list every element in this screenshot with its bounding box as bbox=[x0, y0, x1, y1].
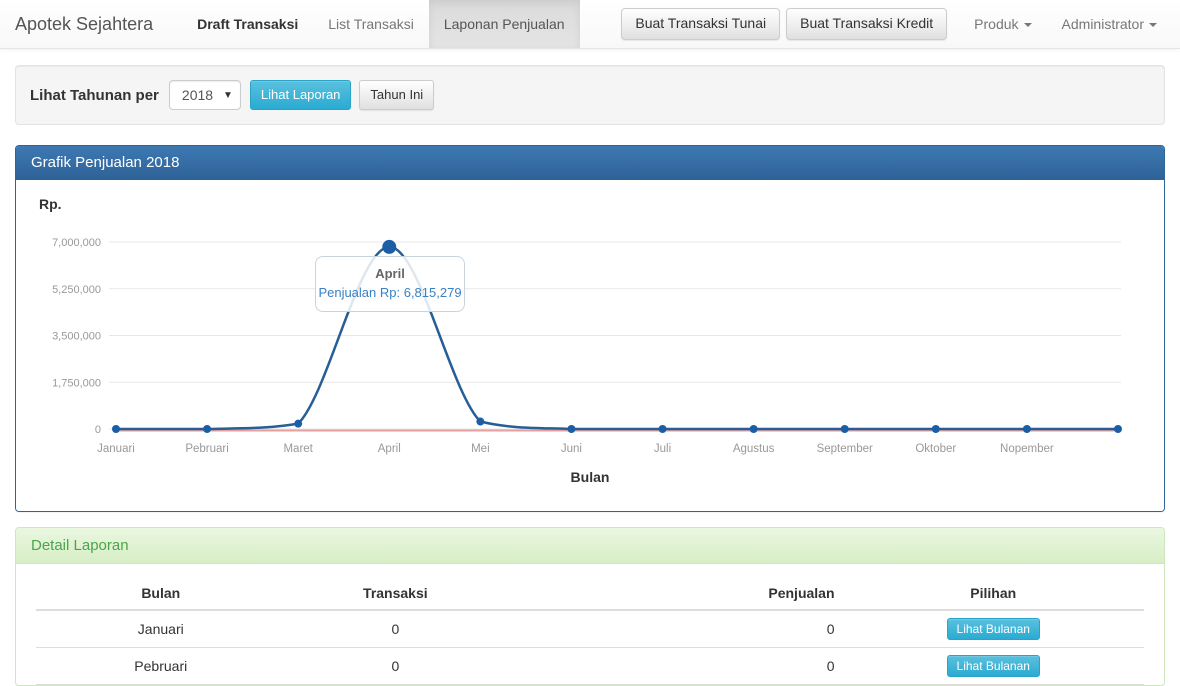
app-brand[interactable]: Apotek Sejahtera bbox=[0, 0, 168, 48]
detail-panel-title: Detail Laporan bbox=[16, 528, 1164, 564]
buat-transaksi-tunai-button[interactable]: Buat Transaksi Tunai bbox=[621, 8, 780, 40]
cell-bulan: Pebruari bbox=[36, 648, 286, 685]
produk-dropdown-label: Produk bbox=[974, 16, 1018, 32]
svg-text:Oktober: Oktober bbox=[915, 443, 956, 455]
svg-text:5,250,000: 5,250,000 bbox=[52, 284, 101, 296]
cell-pilihan: Lihat Bulanan bbox=[843, 648, 1144, 685]
table-row: Pebruari00Lihat Bulanan bbox=[36, 648, 1144, 685]
svg-text:Maret: Maret bbox=[283, 443, 313, 455]
svg-text:Nopember: Nopember bbox=[1000, 443, 1054, 455]
administrator-dropdown-label: Administrator bbox=[1062, 16, 1144, 32]
lihat-bulanan-button[interactable]: Lihat Bulanan bbox=[947, 618, 1040, 640]
year-select[interactable]: 2018 ▼ bbox=[169, 80, 241, 110]
chart-panel-title: Grafik Penjualan 2018 bbox=[16, 146, 1164, 180]
administrator-dropdown[interactable]: Administrator bbox=[1047, 0, 1172, 48]
nav-draft-transaksi[interactable]: Draft Transaksi bbox=[182, 0, 313, 48]
chart-area: 7,000,000 5,250,000 3,500,000 1,750,000 0 Jan… bbox=[16, 180, 1164, 511]
table-header-row: Bulan Transaksi Penjualan Pilihan bbox=[36, 577, 1144, 610]
svg-text:September: September bbox=[817, 443, 873, 455]
detail-panel: Detail Laporan Bulan Transaksi Penjualan… bbox=[15, 527, 1165, 686]
col-header-transaksi: Transaksi bbox=[286, 577, 506, 610]
svg-text:0: 0 bbox=[95, 424, 101, 436]
x-axis-title: Bulan bbox=[16, 469, 1164, 485]
svg-text:1,750,000: 1,750,000 bbox=[52, 377, 101, 389]
cell-bulan: Januari bbox=[36, 610, 286, 648]
filter-bar: Lihat Tahunan per 2018 ▼ Lihat Laporan T… bbox=[15, 65, 1165, 125]
col-header-bulan: Bulan bbox=[36, 577, 286, 610]
buat-transaksi-kredit-button[interactable]: Buat Transaksi Kredit bbox=[786, 8, 947, 40]
report-table-body: Januari00Lihat BulananPebruari00Lihat Bu… bbox=[36, 610, 1144, 685]
report-table: Bulan Transaksi Penjualan Pilihan Januar… bbox=[36, 577, 1144, 685]
year-select-value: 2018 bbox=[182, 87, 213, 103]
chart-panel: Grafik Penjualan 2018 7,000,000 5,250,000… bbox=[15, 145, 1165, 512]
svg-text:7,000,000: 7,000,000 bbox=[52, 237, 101, 249]
col-header-penjualan: Penjualan bbox=[505, 577, 842, 610]
cell-pilihan: Lihat Bulanan bbox=[843, 610, 1144, 648]
nav-list-transaksi[interactable]: List Transaksi bbox=[313, 0, 429, 48]
cell-penjualan: 0 bbox=[505, 610, 842, 648]
caret-down-icon bbox=[1149, 23, 1157, 27]
lihat-laporan-button[interactable]: Lihat Laporan bbox=[250, 80, 352, 110]
select-arrow-icon: ▼ bbox=[223, 90, 233, 101]
sales-line-chart[interactable]: 7,000,000 5,250,000 3,500,000 1,750,000 0 Jan… bbox=[16, 180, 1166, 511]
nav-laporan-penjualan[interactable]: Laponan Penjualan bbox=[429, 0, 580, 48]
table-row: Januari00Lihat Bulanan bbox=[36, 610, 1144, 648]
navbar: Apotek Sejahtera Draft Transaksi List Tr… bbox=[0, 0, 1180, 49]
produk-dropdown[interactable]: Produk bbox=[959, 0, 1046, 48]
svg-text:3,500,000: 3,500,000 bbox=[52, 331, 101, 343]
cell-transaksi: 0 bbox=[286, 610, 506, 648]
svg-text:Juni: Juni bbox=[561, 443, 582, 455]
tooltip-title: April bbox=[316, 266, 464, 281]
caret-down-icon bbox=[1024, 23, 1032, 27]
tooltip-value: Penjualan Rp: 6,815,279 bbox=[316, 285, 464, 300]
svg-text:Mei: Mei bbox=[471, 443, 490, 455]
lihat-bulanan-button[interactable]: Lihat Bulanan bbox=[947, 655, 1040, 677]
tahun-ini-button[interactable]: Tahun Ini bbox=[359, 80, 434, 110]
detail-table-wrap: Bulan Transaksi Penjualan Pilihan Januar… bbox=[16, 564, 1164, 685]
navbar-right: Buat Transaksi Tunai Buat Transaksi Kred… bbox=[621, 0, 1180, 48]
y-axis-unit-label: Rp. bbox=[39, 196, 62, 212]
svg-text:Pebruari: Pebruari bbox=[185, 443, 228, 455]
cell-transaksi: 0 bbox=[286, 648, 506, 685]
filter-label: Lihat Tahunan per bbox=[30, 87, 159, 104]
svg-text:Januari: Januari bbox=[97, 443, 135, 455]
svg-text:Agustus: Agustus bbox=[733, 443, 775, 455]
svg-text:Juli: Juli bbox=[654, 443, 671, 455]
chart-tooltip: April Penjualan Rp: 6,815,279 bbox=[315, 256, 465, 312]
col-header-pilihan: Pilihan bbox=[843, 577, 1144, 610]
svg-text:April: April bbox=[378, 443, 401, 455]
cell-penjualan: 0 bbox=[505, 648, 842, 685]
